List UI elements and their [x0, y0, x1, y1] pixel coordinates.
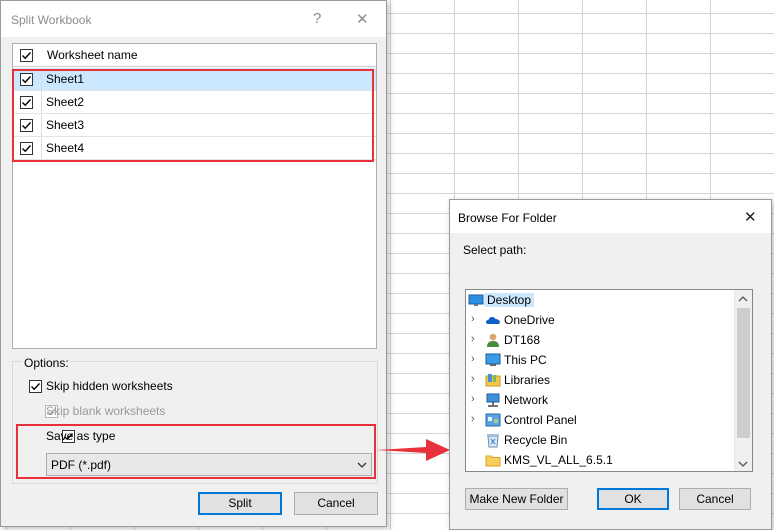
- tree-item-label: This PC: [504, 353, 547, 367]
- control-panel-icon: [485, 412, 501, 428]
- chevron-right-icon[interactable]: ›: [471, 373, 475, 385]
- scrollbar-thumb[interactable]: [737, 308, 750, 438]
- help-icon[interactable]: ?: [313, 10, 321, 27]
- tree-item-recycle-bin[interactable]: Recycle Bin: [466, 430, 734, 450]
- dialog-title: Split Workbook: [11, 13, 92, 27]
- skip-blank-label: Skip blank worksheets: [46, 404, 166, 418]
- split-workbook-titlebar[interactable]: Split Workbook ? ✕: [1, 1, 386, 37]
- browse-dialog-title: Browse For Folder: [458, 211, 557, 225]
- save-type-highlight-box: [16, 424, 376, 479]
- tree-item-label: OneDrive: [504, 313, 555, 327]
- browse-folder-dialog: Browse For Folder ✕ Select path: Desktop…: [449, 199, 772, 530]
- onedrive-icon: [485, 312, 501, 328]
- tree-item-dt168[interactable]: › DT168: [466, 330, 734, 350]
- scroll-down-icon[interactable]: [738, 458, 748, 472]
- cancel-button[interactable]: Cancel: [294, 492, 378, 515]
- arrow-right-icon: [376, 439, 450, 461]
- skip-hidden-label: Skip hidden worksheets: [46, 379, 173, 393]
- select-all-checkbox[interactable]: [20, 49, 33, 62]
- browse-cancel-label: Cancel: [696, 492, 734, 506]
- close-icon[interactable]: ✕: [356, 10, 369, 28]
- tree-item-label: KMS_VL_ALL_6.5.1: [504, 453, 613, 467]
- split-workbook-dialog: Split Workbook ? ✕ Worksheet name Sheet1…: [0, 0, 387, 527]
- chevron-right-icon[interactable]: ›: [471, 353, 475, 365]
- cancel-button-label: Cancel: [317, 496, 355, 510]
- tree-item-kms-folder[interactable]: KMS_VL_ALL_6.5.1: [466, 450, 734, 470]
- tree-item-label: DT168: [504, 333, 541, 347]
- chevron-right-icon[interactable]: ›: [471, 333, 475, 345]
- user-icon: [485, 332, 501, 348]
- split-button[interactable]: Split: [198, 492, 282, 515]
- folder-tree[interactable]: Desktop › OneDrive › DT168 › This PC › L…: [465, 289, 753, 472]
- tree-item-this-pc[interactable]: › This PC: [466, 350, 734, 370]
- tree-item-desktop[interactable]: Desktop: [466, 290, 734, 310]
- tree-item-onedrive[interactable]: › OneDrive: [466, 310, 734, 330]
- tree-scrollbar[interactable]: [734, 290, 752, 471]
- tree-item-libraries[interactable]: › Libraries: [466, 370, 734, 390]
- browse-folder-titlebar[interactable]: Browse For Folder ✕: [450, 200, 771, 233]
- network-icon: [485, 392, 501, 408]
- tree-item-label: Control Panel: [504, 413, 577, 427]
- ok-button-label: OK: [624, 492, 642, 506]
- make-new-folder-label: Make New Folder: [469, 492, 564, 506]
- libraries-icon: [485, 372, 501, 388]
- make-new-folder-button[interactable]: Make New Folder: [465, 488, 568, 510]
- skip-hidden-checkbox[interactable]: [29, 380, 42, 393]
- sheets-highlight-box: [12, 69, 374, 162]
- options-label: Options:: [22, 356, 71, 370]
- close-icon[interactable]: ✕: [744, 208, 757, 226]
- split-button-label: Split: [228, 496, 252, 510]
- chevron-right-icon[interactable]: ›: [471, 413, 475, 425]
- tree-item-label: Libraries: [504, 373, 551, 387]
- browse-cancel-button[interactable]: Cancel: [679, 488, 751, 510]
- chevron-right-icon[interactable]: ›: [471, 393, 475, 405]
- recycle-bin-icon: [485, 432, 501, 448]
- tree-item-label: Network: [504, 393, 549, 407]
- worksheet-name-header: Worksheet name: [47, 48, 138, 62]
- desktop-icon: [468, 292, 484, 308]
- ok-button[interactable]: OK: [597, 488, 669, 510]
- folder-icon: [485, 452, 501, 468]
- tree-item-label: Recycle Bin: [504, 433, 568, 447]
- worksheet-list-header[interactable]: Worksheet name: [13, 44, 376, 67]
- select-path-label: Select path:: [463, 243, 527, 257]
- computer-icon: [485, 352, 501, 368]
- tree-item-network[interactable]: › Network: [466, 390, 734, 410]
- chevron-right-icon[interactable]: ›: [471, 313, 475, 325]
- scroll-up-icon[interactable]: [738, 293, 748, 307]
- tree-item-label: Desktop: [484, 293, 535, 307]
- tree-item-control-panel[interactable]: › Control Panel: [466, 410, 734, 430]
